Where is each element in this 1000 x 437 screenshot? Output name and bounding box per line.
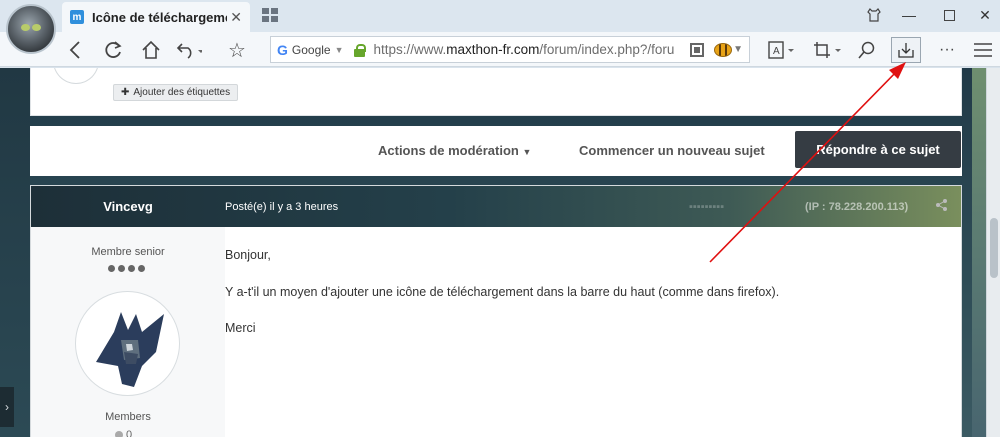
tab-favicon-icon: m [70,10,84,24]
search-icon[interactable] [854,37,880,63]
post-text-line: Merci [225,321,256,335]
add-tags-label: Ajouter des étiquettes [133,87,231,98]
back-icon[interactable] [62,37,88,63]
toolbar: ☆ G Google ▼ https://www.maxthon-fr.com/… [0,32,1000,67]
bee-icon[interactable] [713,42,732,57]
forum-post: Vincevg Posté(e) il y a 3 heures ▪▪▪▪▪▪▪… [30,185,962,437]
report-link-faded[interactable]: ▪▪▪▪▪▪▪▪▪ [689,201,724,213]
close-window-icon[interactable]: ✕ [973,4,997,26]
tab-title: Icône de téléchargeme... [92,9,227,25]
undo-close-icon[interactable] [176,37,202,63]
engine-caret-icon[interactable]: ▼ [335,45,344,55]
new-topic-link[interactable]: Commencer un nouveau sujet [579,143,765,158]
post-text-line: Bonjour, [225,248,271,262]
google-icon: G [277,41,288,58]
author-info-column: Membre senior Members 0 [31,227,225,437]
reply-button[interactable]: Répondre à ce sujet [795,131,961,168]
screenshot-icon[interactable] [812,37,842,63]
search-engine-label[interactable]: Google [292,43,331,57]
tab-bar: m Icône de téléchargeme... ✕ — ✕ [0,0,1000,32]
user-avatar[interactable] [6,4,56,54]
tab-overview-icon[interactable] [262,8,278,22]
address-dropdown-icon[interactable]: ▼ [733,44,743,55]
qr-code-icon[interactable] [689,42,704,57]
member-rank: Membre senior [91,246,165,258]
post-count-value: 0 [126,429,133,437]
reader-mode-icon[interactable]: A [766,37,796,63]
home-icon[interactable] [138,37,164,63]
address-bar[interactable]: G Google ▼ https://www.maxthon-fr.com/fo… [270,36,750,63]
more-options-icon[interactable]: ··· [934,37,960,63]
member-group[interactable]: Members [31,411,225,423]
rank-pips [108,265,145,272]
reload-icon[interactable] [100,37,126,63]
maximize-icon[interactable] [937,4,961,26]
download-icon[interactable] [891,37,921,63]
tab-close-icon[interactable]: ✕ [230,9,242,26]
post-header: Vincevg Posté(e) il y a 3 heures ▪▪▪▪▪▪▪… [31,186,961,227]
topic-actions: Actions de modération ▼ Commencer un nou… [30,126,962,176]
moderation-label: Actions de modération [378,143,519,158]
url-prefix: https://www. [373,42,447,57]
favorite-star-icon[interactable]: ☆ [224,37,250,63]
page-viewport: › ✚ Ajouter des étiquettes Actions de mo… [0,68,1000,437]
post-count: 0 [115,429,132,437]
side-panel-toggle-icon[interactable]: › [0,387,14,427]
topic-author-avatar[interactable] [53,68,99,84]
topic-header-card: ✚ Ajouter des étiquettes [30,68,962,116]
add-tags-button[interactable]: ✚ Ajouter des étiquettes [113,84,239,101]
lock-icon [353,43,366,57]
post-text-line: Y a-t'il un moyen d'ajouter une icône de… [225,285,780,299]
moderation-actions-button[interactable]: Actions de modération ▼ [378,143,531,158]
url-field[interactable]: https://www.maxthon-fr.com/forum/index.p… [374,42,684,57]
active-tab[interactable]: m Icône de téléchargeme... ✕ [62,2,250,32]
svg-text:A: A [773,46,780,57]
skin-icon[interactable] [862,4,886,26]
caret-down-icon: ▼ [522,147,532,157]
reputation-dot-icon [115,431,123,437]
post-date: Posté(e) il y a 3 heures [225,201,339,213]
post-author[interactable]: Vincevg [31,199,225,214]
url-domain: maxthon-fr.com [446,42,540,57]
plus-icon: ✚ [121,87,130,98]
left-background [0,68,30,437]
post-content: Bonjour, Y a-t'il un moyen d'ajouter une… [225,227,961,437]
post-ip[interactable]: (IP : 78.228.200.113) [805,201,908,213]
scrollbar[interactable] [986,68,1000,437]
share-icon[interactable] [936,199,947,214]
minimize-icon[interactable]: — [897,4,921,26]
menu-icon[interactable] [970,37,996,63]
url-rest: /forum/index.php?/foru [539,42,675,57]
author-avatar[interactable] [75,291,180,396]
